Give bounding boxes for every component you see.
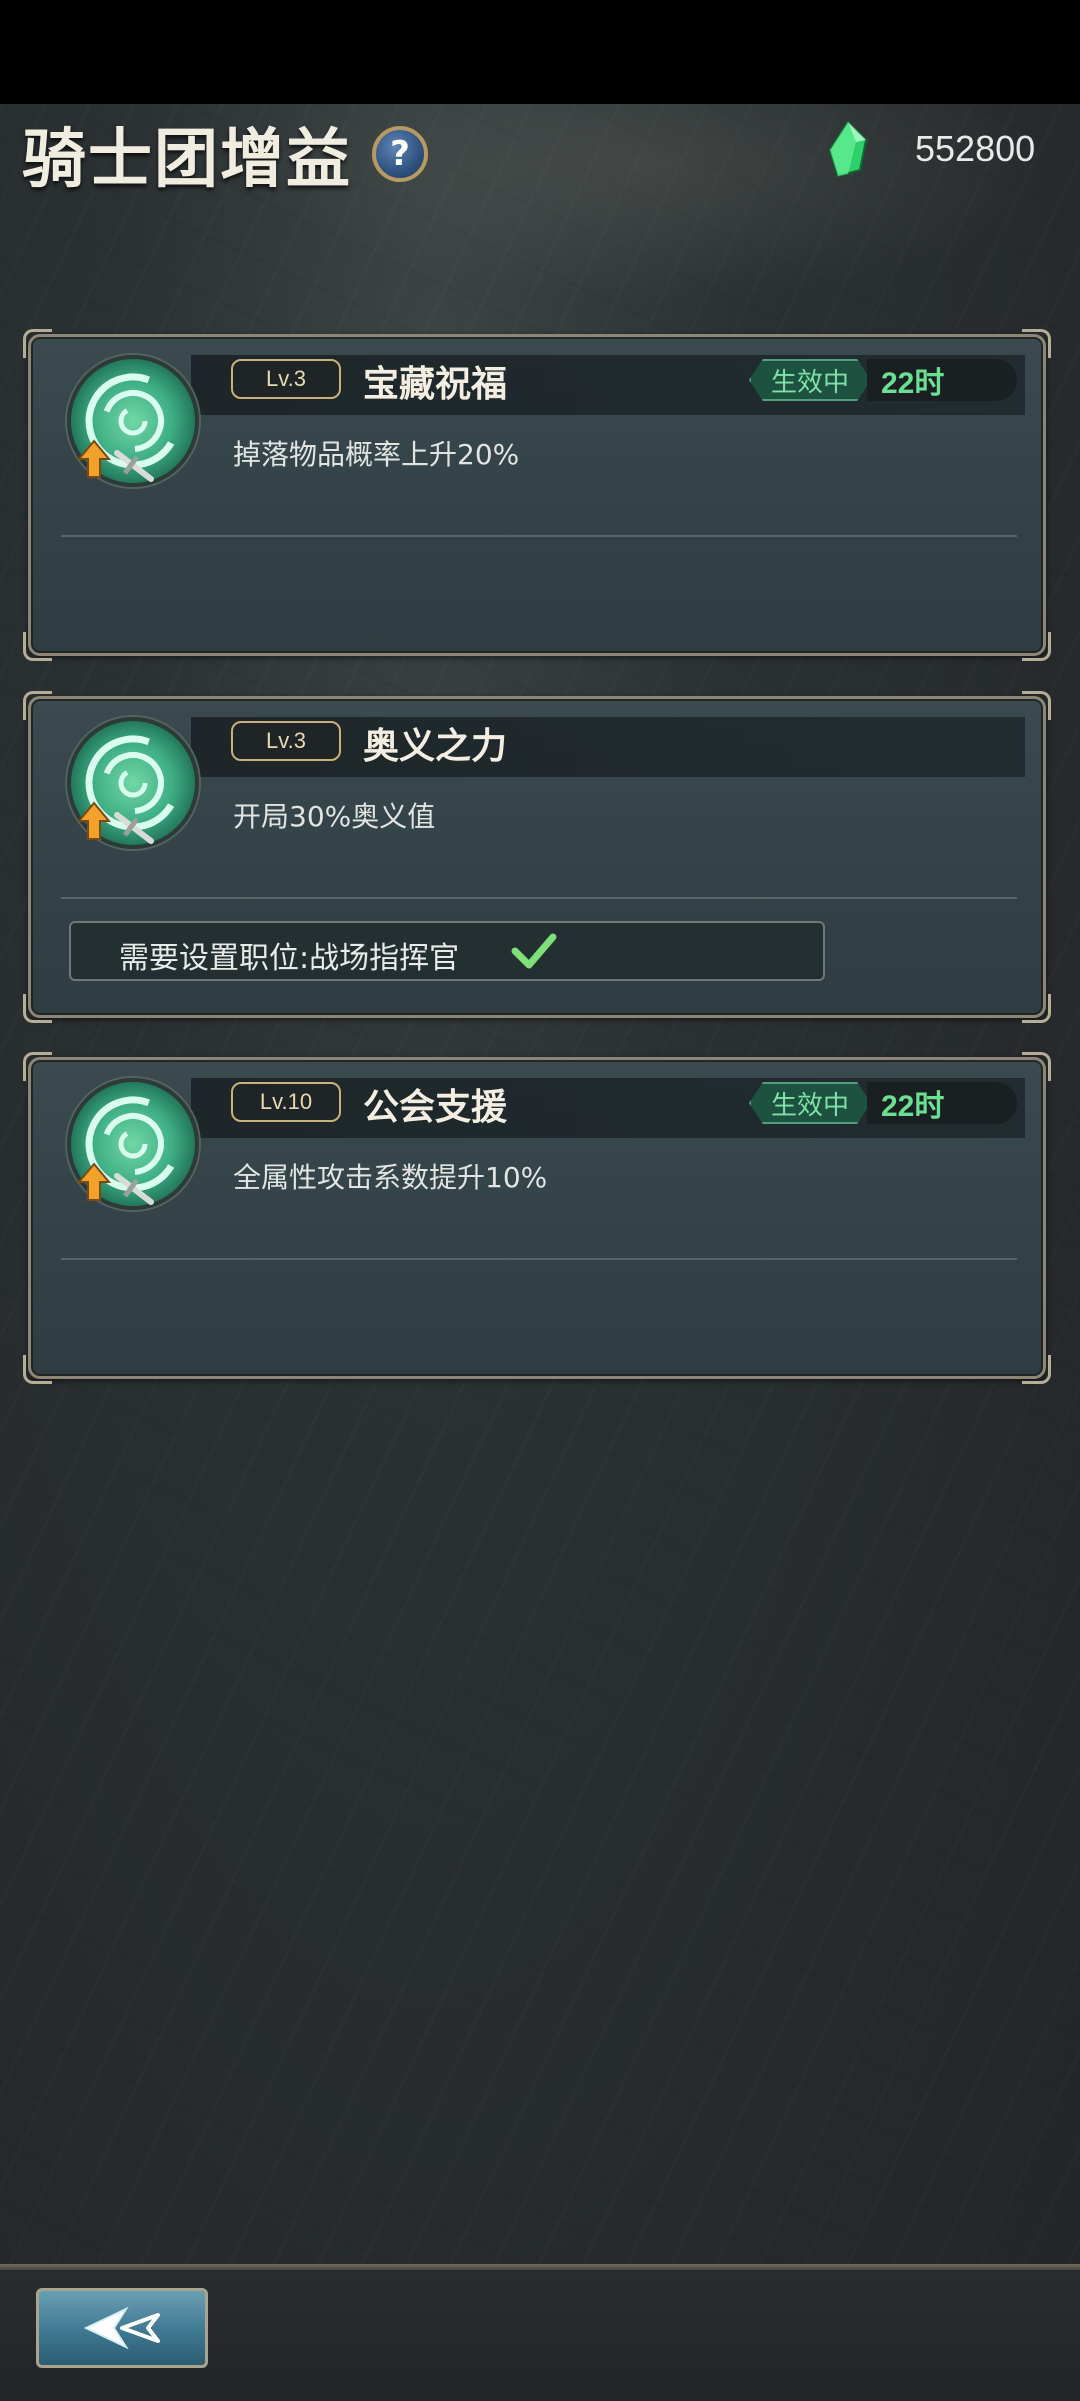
requirement-text: 需要设置职位:战场指挥官 [119,941,460,976]
status-indicator: 生效中 22时 [749,359,1017,401]
back-arrow-icon [83,2306,160,2350]
buff-name: 宝藏祝福 [363,363,508,405]
gem-count: 552800 [915,128,1036,169]
sword-icon [114,812,154,844]
buff-card-ougi[interactable]: Lv.3 奥义之力 开局30%奥义值 需要设置职位:战场指挥官 [23,691,1051,1023]
level-badge: Lv.3 [231,359,341,399]
upgrade-arrow-icon [77,439,111,478]
upgrade-arrow-icon [77,801,111,840]
check-icon [511,933,557,969]
buff-card-guild-support[interactable]: Lv.10 公会支援 生效中 22时 全属性攻击系数提升10% [23,1052,1051,1384]
status-indicator: 生效中 22时 [749,1082,1017,1124]
level-badge: Lv.10 [231,1082,341,1122]
buff-description: 开局30%奥义值 [233,800,436,833]
requirement-box: 需要设置职位:战场指挥官 [69,921,825,981]
help-button[interactable]: ? [372,126,428,182]
status-active-badge: 生效中 [749,1082,871,1124]
upgrade-arrow-icon [77,1162,111,1201]
sword-icon [114,450,154,482]
buff-icon [67,717,203,853]
question-mark-icon: ? [390,134,410,174]
back-button[interactable] [36,2288,208,2368]
buff-icon [67,355,203,491]
level-badge: Lv.3 [231,721,341,761]
page-title: 骑士团增益 [22,122,352,197]
buff-description: 掉落物品概率上升20% [233,438,520,471]
status-active-badge: 生效中 [749,359,871,401]
divider [61,897,1017,899]
buff-icon [67,1078,203,1214]
divider [61,1258,1017,1260]
status-time-left: 22时 [867,1082,1017,1124]
buff-name: 公会支援 [363,1086,508,1128]
sword-icon [114,1173,154,1205]
buff-card-treasure[interactable]: Lv.3 宝藏祝福 生效中 22时 掉落物品概率上升20% [23,329,1051,661]
buff-name: 奥义之力 [363,725,508,767]
status-bar [0,0,1080,104]
divider [61,535,1017,537]
green-gem-icon [828,120,868,178]
status-time-left: 22时 [867,359,1017,401]
buff-description: 全属性攻击系数提升10% [233,1161,548,1194]
